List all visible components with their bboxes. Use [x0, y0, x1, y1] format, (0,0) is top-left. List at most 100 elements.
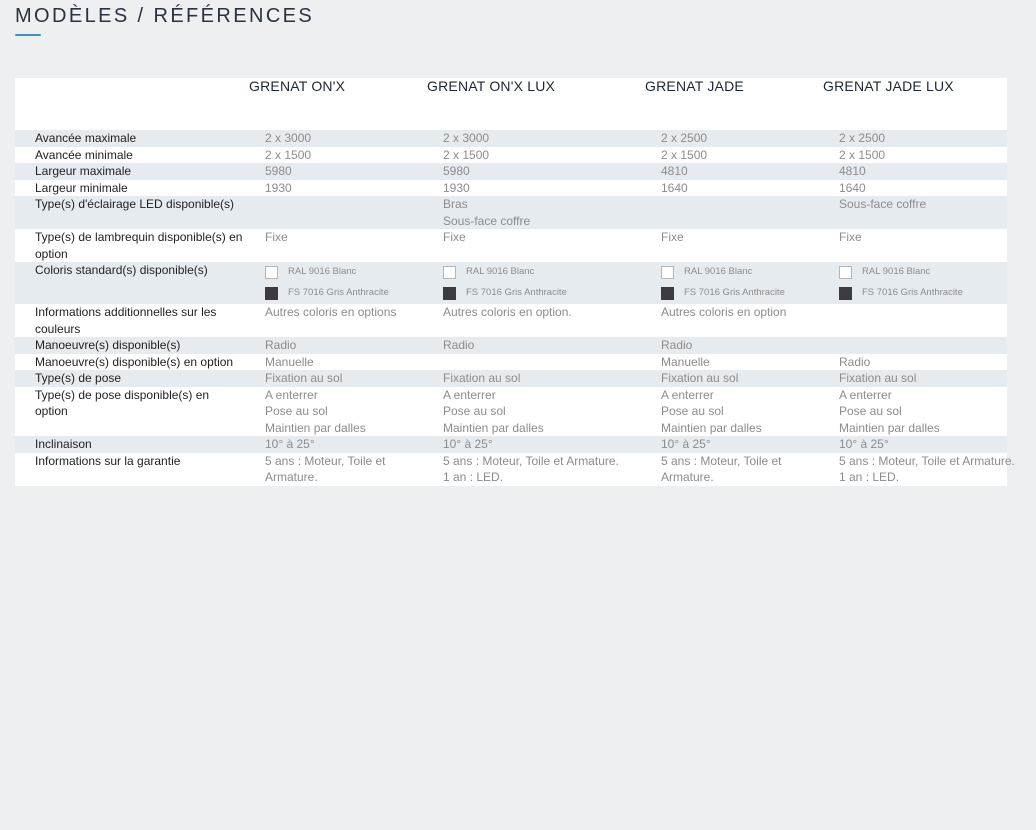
cell-line: Maintien par dalles — [661, 420, 762, 435]
cell-line: Autres coloris en options — [265, 305, 397, 319]
row-label: Type(s) de pose — [35, 371, 122, 385]
table-row: Manoeuvre(s) disponible(s) Radio Radio Radi… — [15, 337, 1007, 354]
color-name: FS 7016 Gris Anthracite — [684, 287, 785, 299]
color-name: FS 7016 Gris Anthracite — [862, 287, 963, 299]
table-cell: A enterrer Pose au sol Maintien par dalles — [427, 387, 645, 437]
cell-line: 2 x 1500 — [443, 147, 490, 162]
table-cell: 2 x 1500 — [427, 147, 645, 164]
cell-line: 2 x 1500 — [265, 147, 312, 162]
table-cell: Fixe — [645, 229, 823, 262]
cell-line: 1 an : LED. — [839, 470, 900, 484]
table-row: Avancée minimale 2 x 1500 2 x 1500 2 x 1500… — [15, 146, 1007, 164]
cell-line: Fixation au sol — [661, 371, 739, 385]
cell-line: Radio — [443, 338, 475, 352]
table-cell: 5980 — [427, 163, 645, 180]
row-label: Manoeuvre(s) disponible(s) — [35, 338, 181, 352]
table-row: Type(s) d'éclairage LED disponible(s) Bra… — [15, 196, 1007, 229]
table-cell: Fixation au sol — [645, 370, 823, 387]
cell-line: 4810 — [661, 164, 688, 178]
color-option: RAL 9016 Blanc — [839, 262, 1003, 283]
spec-table: GRENAT ON'X GRENAT ON'X LUX GRENAT JADE … — [15, 78, 1015, 486]
cell-line: 2 x 2500 — [839, 131, 886, 145]
cell-line: 1930 — [265, 180, 292, 195]
cell-line: 2 x 1500 — [839, 147, 886, 162]
color-swatch — [265, 287, 278, 300]
row-label: Manoeuvre(s) disponible(s) en option — [35, 354, 234, 369]
table-cell: Autres coloris en options — [249, 304, 427, 337]
cell-line: 10° à 25° — [265, 437, 315, 451]
cell-line: Pose au sol — [661, 404, 724, 418]
table-cell: 2 x 1500 — [823, 147, 1007, 164]
table-cell: Fixe — [427, 229, 645, 262]
cell-line: 4810 — [839, 164, 866, 178]
title-underline — [15, 34, 41, 36]
color-swatch — [661, 287, 674, 300]
table-cell: RAL 9016 Blanc FS 7016 Gris Anthracite — [645, 262, 823, 304]
table-cell: Fixation au sol — [823, 370, 1007, 387]
row-label: Type(s) de pose disponible(s) en option — [35, 387, 210, 419]
cell-line: 10° à 25° — [661, 437, 711, 451]
row-label: Coloris standard(s) disponible(s) — [35, 263, 208, 277]
cell-line: Armature. — [265, 470, 318, 484]
table-cell — [823, 337, 1007, 354]
cell-line: Sous-face coffre — [443, 213, 531, 228]
header-grenat-onx-lux: GRENAT ON'X LUX — [427, 78, 645, 130]
cell-line: Manuelle — [661, 354, 710, 369]
table-row: Informations sur la garantie 5 ans : Mote… — [15, 452, 1015, 486]
table-cell: Fixe — [249, 229, 427, 262]
table-cell: RAL 9016 Blanc FS 7016 Gris Anthracite — [823, 262, 1007, 304]
color-option: RAL 9016 Blanc — [265, 262, 423, 283]
table-cell: Fixation au sol — [427, 370, 645, 387]
color-swatch — [265, 266, 278, 279]
color-name: RAL 9016 Blanc — [684, 266, 753, 278]
table-cell: Autres coloris en option — [645, 304, 823, 337]
cell-line: A enterrer — [443, 387, 496, 402]
cell-line: 5980 — [443, 164, 470, 178]
color-name: FS 7016 Gris Anthracite — [288, 287, 389, 299]
table-cell: 2 x 1500 — [249, 147, 427, 164]
table-cell: A enterrer Pose au sol Maintien par dalles — [645, 387, 823, 437]
color-option: RAL 9016 Blanc — [443, 262, 641, 283]
cell-line: Pose au sol — [265, 404, 328, 418]
cell-line: 5980 — [265, 164, 292, 178]
table-row: Avancée maximale 2 x 3000 2 x 3000 2 x 2500… — [15, 130, 1007, 147]
row-label: Type(s) de lambrequin disponible(s) en o… — [35, 230, 243, 261]
table-cell: Radio — [427, 337, 645, 354]
table-row: Type(s) de pose disponible(s) en option A… — [15, 386, 1007, 437]
cell-line: Radio — [661, 338, 693, 352]
table-row: Inclinaison 10° à 25° 10° à 25° 10° à 25° 10… — [15, 436, 1007, 453]
table-cell: 10° à 25° — [645, 436, 823, 453]
table-row: Largeur minimale 1930 1930 1640 1640 — [15, 179, 1007, 197]
table-cell: 2 x 1500 — [645, 147, 823, 164]
cell-line: Bras — [443, 197, 468, 211]
table-cell: 1640 — [823, 180, 1007, 197]
cell-line: 2 x 3000 — [443, 131, 490, 145]
table-cell: Fixation au sol — [249, 370, 427, 387]
table-cell: 10° à 25° — [823, 436, 1007, 453]
header-grenat-jade: GRENAT JADE — [645, 78, 823, 130]
cell-line: A enterrer — [265, 387, 318, 402]
cell-line: Radio — [265, 338, 297, 352]
color-swatch — [839, 287, 852, 300]
color-name: RAL 9016 Blanc — [288, 266, 357, 278]
table-cell: 2 x 3000 — [427, 130, 645, 147]
row-label: Avancée maximale — [35, 131, 137, 145]
color-option: FS 7016 Gris Anthracite — [661, 283, 819, 304]
table-cell: 2 x 2500 — [823, 130, 1007, 147]
color-swatch — [443, 287, 456, 300]
row-label: Inclinaison — [35, 437, 92, 451]
color-swatch — [443, 266, 456, 279]
table-cell: 2 x 3000 — [249, 130, 427, 147]
table-row: Largeur maximale 5980 5980 4810 4810 — [15, 163, 1007, 180]
cell-line: Maintien par dalles — [265, 420, 366, 435]
table-cell: Radio — [645, 337, 823, 354]
row-label: Avancée minimale — [35, 147, 133, 162]
table-cell: 1640 — [645, 180, 823, 197]
row-label: Informations sur la garantie — [35, 453, 181, 468]
cell-line: Armature. — [661, 470, 714, 484]
table-cell: Manuelle — [645, 354, 823, 371]
cell-line: Fixation au sol — [265, 371, 343, 385]
cell-line: 1640 — [661, 180, 688, 195]
cell-line: 5 ans : Moteur, Toile et — [661, 453, 782, 468]
table-cell: Manuelle — [249, 354, 427, 371]
